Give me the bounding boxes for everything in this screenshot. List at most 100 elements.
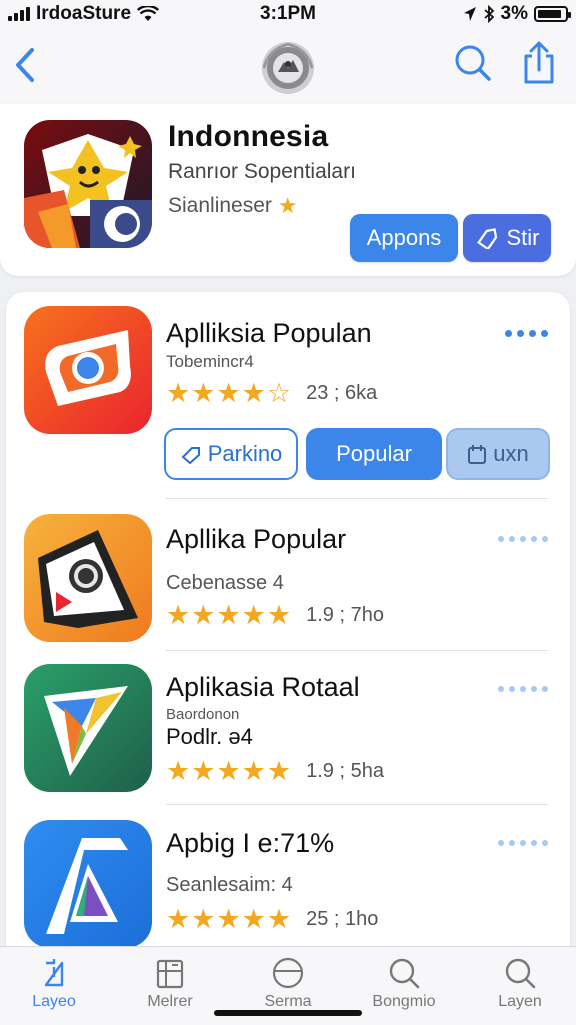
status-right: 3% [463,3,571,25]
location-arrow-icon [463,7,476,21]
app-name: Apbig I e:71% [166,828,335,858]
featured-app-artwork [24,120,152,248]
parkino-chip[interactable]: Parkino [164,428,298,480]
tab-label: Layeo [32,993,76,1010]
tag-icon [476,228,497,249]
featured-app-icon[interactable] [24,120,152,248]
star-icon: ★ [166,904,191,934]
tab-label: Serma [264,993,312,1010]
more-options-button[interactable] [505,330,548,337]
star-icon: ★ [216,756,241,786]
app-icon[interactable] [24,664,152,792]
tab-label: Layen [498,993,542,1010]
appons-button-label: Appons [366,225,442,250]
chevron-left-icon[interactable] [6,40,46,90]
app-name: Apllika Popular [166,524,347,554]
tab-label: Melrer [147,993,193,1010]
dot [531,536,537,542]
dot [531,686,537,692]
app-2-artwork [24,514,152,642]
star-icon: ★ [216,904,241,934]
home-indicator[interactable] [214,1010,362,1016]
dot [517,330,524,337]
app-subtitle: Seanlesaim: 4 [166,874,293,896]
uxn-chip[interactable]: uxn [446,428,550,480]
app-subtitle: Tobemincr4 [166,352,254,371]
dot [498,686,504,692]
featured-card: Indonnesia Ranrıor Sopentiaları Sianline… [0,104,576,276]
dot [520,536,526,542]
apps-icon [156,959,184,989]
rating-count: 23 ; 6ka [306,382,378,404]
star-icon: ★ [216,378,241,408]
app-subtitle-secondary: Podlr. ə4 [166,724,253,749]
featured-tagline: Sianlineser ★ [168,192,298,219]
star-icon: ★ [166,756,191,786]
dot [505,330,512,337]
app-name: Aplikasia Rotaal [166,672,360,702]
battery-icon [534,6,571,22]
more-options-button[interactable] [498,686,548,692]
star-icon: ★ [216,600,241,630]
calendar-icon [468,445,487,464]
emblem-icon [262,42,314,94]
rating-stars: ★ ★ ★ ★ ★ 25 ; 1ho [166,906,378,933]
search-icon [505,958,536,989]
star-icon: ★ [191,378,216,408]
nav-bar [0,28,576,105]
today-icon [44,959,64,987]
app-3-artwork [24,664,152,792]
rating-stars: ★ ★ ★ ★ ★ 1.9 ; 7ho [166,602,384,629]
tab-layen[interactable]: Layen [470,947,570,1025]
star-icon: ★ [241,600,266,630]
star-icon: ★ [191,756,216,786]
rating-count: 1.9 ; 5ha [306,760,384,782]
share-icon[interactable] [518,40,560,86]
dot [529,330,536,337]
star-icon: ★ [166,378,191,408]
tab-melrer[interactable]: Melrer [120,947,220,1025]
dot [509,840,515,846]
dot [531,840,537,846]
app-icon[interactable] [24,514,152,642]
popular-chip-label: Popular [336,441,412,466]
app-icon[interactable] [24,820,152,948]
app-1-artwork [24,306,152,434]
featured-title: Indonnesia [168,120,329,153]
app-list-card: Aplliksia Populan Tobemincr4 ★ ★ ★ ★ ☆ 2… [6,292,570,962]
stir-button[interactable]: Stir [463,214,551,262]
dot [520,686,526,692]
divider [166,650,548,651]
bluetooth-icon [483,5,494,23]
status-bar: IrdoaSture 3:1PM 3% [0,0,576,28]
app-name: Aplliksia Populan [166,318,372,348]
dot [498,536,504,542]
tab-bongmio[interactable]: Bongmio [354,947,454,1025]
rating-stars: ★ ★ ★ ★ ☆ 23 ; 6ka [166,380,377,407]
half-star-icon: ★ [241,378,266,408]
star-icon: ★ [266,756,292,786]
search-icon[interactable] [452,42,494,84]
dot [509,536,515,542]
app-icon[interactable] [24,306,152,434]
dot [542,686,548,692]
app-4-artwork [24,820,152,948]
tab-layeo[interactable]: Layeo [4,947,104,1025]
dot [542,536,548,542]
star-icon: ★ [241,756,266,786]
star-icon: ★ [191,600,216,630]
search-icon [389,958,420,989]
popular-chip[interactable]: Popular [306,428,442,480]
battery-fill [538,10,561,18]
more-options-button[interactable] [498,536,548,542]
app-subtitle: Cebenasse 4 [166,572,284,594]
more-options-button[interactable] [498,840,548,846]
star-icon: ★ [241,904,266,934]
app-subtitle: Baordonon [166,706,240,723]
star-icon: ★ [266,904,292,934]
dot [542,840,548,846]
stir-button-label: Stir [506,225,540,250]
appons-button[interactable]: Appons [350,214,458,262]
battery-percent: 3% [500,3,528,24]
tag-icon [181,447,200,464]
